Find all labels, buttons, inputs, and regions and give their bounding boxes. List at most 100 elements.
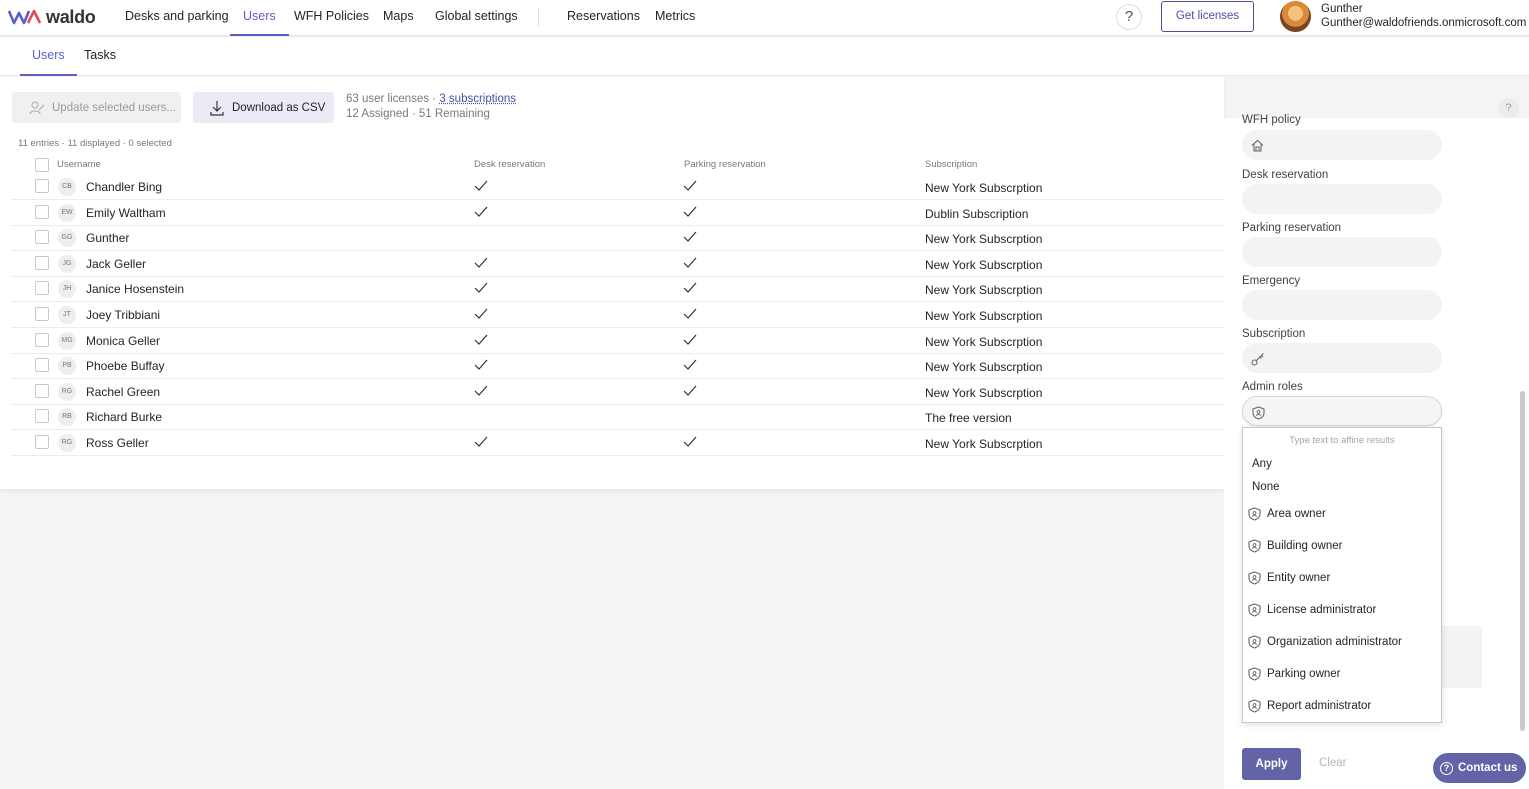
- option-building-owner[interactable]: Building owner: [1248, 539, 1342, 553]
- nav-reservations[interactable]: Reservations: [567, 0, 640, 36]
- help-button[interactable]: ?: [1116, 4, 1142, 30]
- row-checkbox[interactable]: [35, 358, 49, 373]
- table-row[interactable]: PB Phoebe Buffay New York Subscrption: [12, 353, 1224, 380]
- table-row[interactable]: JT Joey Tribbiani New York Subscrption: [12, 302, 1224, 328]
- option-report-administrator[interactable]: Report administrator: [1248, 699, 1371, 713]
- apply-button[interactable]: Apply: [1242, 748, 1301, 780]
- table-row[interactable]: GG Gunther New York Subscrption: [12, 225, 1224, 252]
- panel-scrollbar[interactable]: [1520, 391, 1525, 731]
- desk-reservation-label: Desk reservation: [1242, 169, 1329, 181]
- row-checkbox[interactable]: [35, 179, 49, 193]
- user-name-cell[interactable]: Jack Geller: [86, 257, 146, 271]
- subscription-cell: New York Subscrption: [925, 334, 1043, 349]
- key-icon: [1251, 353, 1264, 366]
- nav-global-settings[interactable]: Global settings: [435, 0, 518, 36]
- avatar: RG: [58, 434, 76, 452]
- avatar: GG: [58, 229, 76, 248]
- table-row[interactable]: JG Jack Geller New York Subscrption: [12, 251, 1224, 277]
- checkmark-icon: [474, 385, 488, 397]
- column-header-username[interactable]: Username: [57, 159, 101, 170]
- user-name-cell[interactable]: Emily Waltham: [86, 206, 166, 220]
- table-row[interactable]: CB Chandler Bing New York Subscrption: [12, 174, 1224, 200]
- checkmark-icon: [683, 231, 697, 243]
- user-name-cell[interactable]: Monica Geller: [86, 334, 160, 348]
- row-checkbox[interactable]: [35, 204, 49, 219]
- option-any[interactable]: Any: [1252, 458, 1272, 470]
- column-header-desk-reservation[interactable]: Desk reservation: [474, 159, 545, 170]
- user-name-cell[interactable]: Gunther: [86, 231, 129, 245]
- sub-tabs: Users Tasks: [0, 37, 1529, 76]
- get-licenses-button[interactable]: Get licenses: [1161, 1, 1254, 32]
- row-checkbox[interactable]: [35, 281, 49, 296]
- subscription-cell: The free version: [925, 411, 1012, 426]
- checkmark-icon: [683, 334, 697, 346]
- option-organization-administrator[interactable]: Organization administrator: [1248, 635, 1402, 649]
- tab-users[interactable]: Users: [20, 37, 77, 76]
- user-name-cell[interactable]: Chandler Bing: [86, 180, 162, 194]
- shield-icon: [1248, 667, 1267, 681]
- row-checkbox[interactable]: [35, 409, 49, 424]
- option-area-owner[interactable]: Area owner: [1248, 507, 1326, 521]
- row-checkbox[interactable]: [35, 230, 49, 245]
- panel-help-icon[interactable]: ?: [1498, 98, 1519, 119]
- wfh-policy-filter[interactable]: [1242, 130, 1442, 160]
- table-row[interactable]: RG Rachel Green New York Subscrption: [12, 379, 1224, 405]
- user-name-cell[interactable]: Joey Tribbiani: [86, 308, 160, 322]
- checkmark-icon: [474, 436, 488, 448]
- option-license-administrator[interactable]: License administrator: [1248, 603, 1376, 617]
- subscription-filter[interactable]: [1242, 343, 1442, 373]
- user-name-cell[interactable]: Janice Hosenstein: [86, 282, 184, 296]
- nav-users[interactable]: Users: [230, 0, 289, 36]
- clear-button[interactable]: Clear: [1319, 757, 1346, 769]
- row-checkbox[interactable]: [35, 307, 49, 321]
- table-row[interactable]: RB Richard Burke The free version: [12, 404, 1224, 431]
- nav-maps[interactable]: Maps: [383, 0, 414, 36]
- update-selected-users-button[interactable]: Update selected users...: [12, 92, 181, 123]
- select-all-checkbox[interactable]: [35, 158, 49, 172]
- row-checkbox[interactable]: [35, 435, 49, 449]
- checkmark-icon: [474, 282, 488, 294]
- user-name-cell[interactable]: Phoebe Buffay: [86, 359, 165, 373]
- nav-desks-and-parking[interactable]: Desks and parking: [125, 0, 229, 36]
- notes-textarea[interactable]: [1440, 626, 1482, 688]
- row-checkbox[interactable]: [35, 332, 49, 347]
- contact-us-button[interactable]: ? Contact us: [1433, 753, 1526, 783]
- download-csv-button[interactable]: Download as CSV: [193, 92, 334, 123]
- row-checkbox[interactable]: [35, 255, 49, 270]
- dropdown-search-placeholder[interactable]: Type text to affine results: [1243, 435, 1441, 446]
- table-row[interactable]: JH Janice Hosenstein New York Subscrption: [12, 276, 1224, 303]
- user-name-cell[interactable]: Ross Geller: [86, 436, 149, 450]
- waldo-logo[interactable]: waldo: [8, 6, 96, 28]
- parking-reservation-filter[interactable]: [1242, 237, 1442, 267]
- checkmark-icon: [683, 257, 697, 269]
- user-name: Gunther: [1321, 3, 1363, 15]
- user-avatar[interactable]: [1280, 1, 1311, 32]
- user-name-cell[interactable]: Richard Burke: [86, 410, 162, 424]
- option-none[interactable]: None: [1252, 481, 1280, 493]
- emergency-filter[interactable]: [1242, 290, 1442, 320]
- shield-icon: [1252, 406, 1265, 420]
- user-name-cell[interactable]: Rachel Green: [86, 385, 160, 399]
- desk-reservation-filter[interactable]: [1242, 184, 1442, 214]
- row-checkbox[interactable]: [35, 383, 49, 398]
- nav-wfh-policies[interactable]: WFH Policies: [294, 0, 369, 36]
- license-assigned-remaining: 12 Assigned · 51 Remaining: [346, 108, 490, 120]
- tab-tasks[interactable]: Tasks: [84, 37, 116, 76]
- column-header-subscription[interactable]: Subscription: [925, 159, 977, 170]
- admin-roles-filter[interactable]: [1242, 396, 1442, 426]
- role-label: Area owner: [1267, 508, 1326, 520]
- nav-divider: [538, 8, 539, 26]
- checkmark-icon: [683, 180, 697, 192]
- option-parking-owner[interactable]: Parking owner: [1248, 667, 1341, 681]
- nav-metrics[interactable]: Metrics: [655, 0, 695, 36]
- table-row[interactable]: MG Monica Geller New York Subscrption: [12, 328, 1224, 354]
- subscription-cell: New York Subscrption: [925, 385, 1043, 400]
- column-header-parking-reservation[interactable]: Parking reservation: [684, 159, 766, 170]
- subscriptions-link[interactable]: 3 subscriptions: [439, 93, 516, 105]
- table-row[interactable]: EW Emily Waltham Dublin Subscription: [12, 200, 1224, 226]
- option-entity-owner[interactable]: Entity owner: [1248, 571, 1330, 585]
- subscription-cell: New York Subscrption: [925, 181, 1043, 195]
- checkmark-icon: [683, 385, 697, 397]
- table-row[interactable]: RG Ross Geller New York Subscrption: [12, 430, 1224, 456]
- role-label: Organization administrator: [1267, 636, 1402, 648]
